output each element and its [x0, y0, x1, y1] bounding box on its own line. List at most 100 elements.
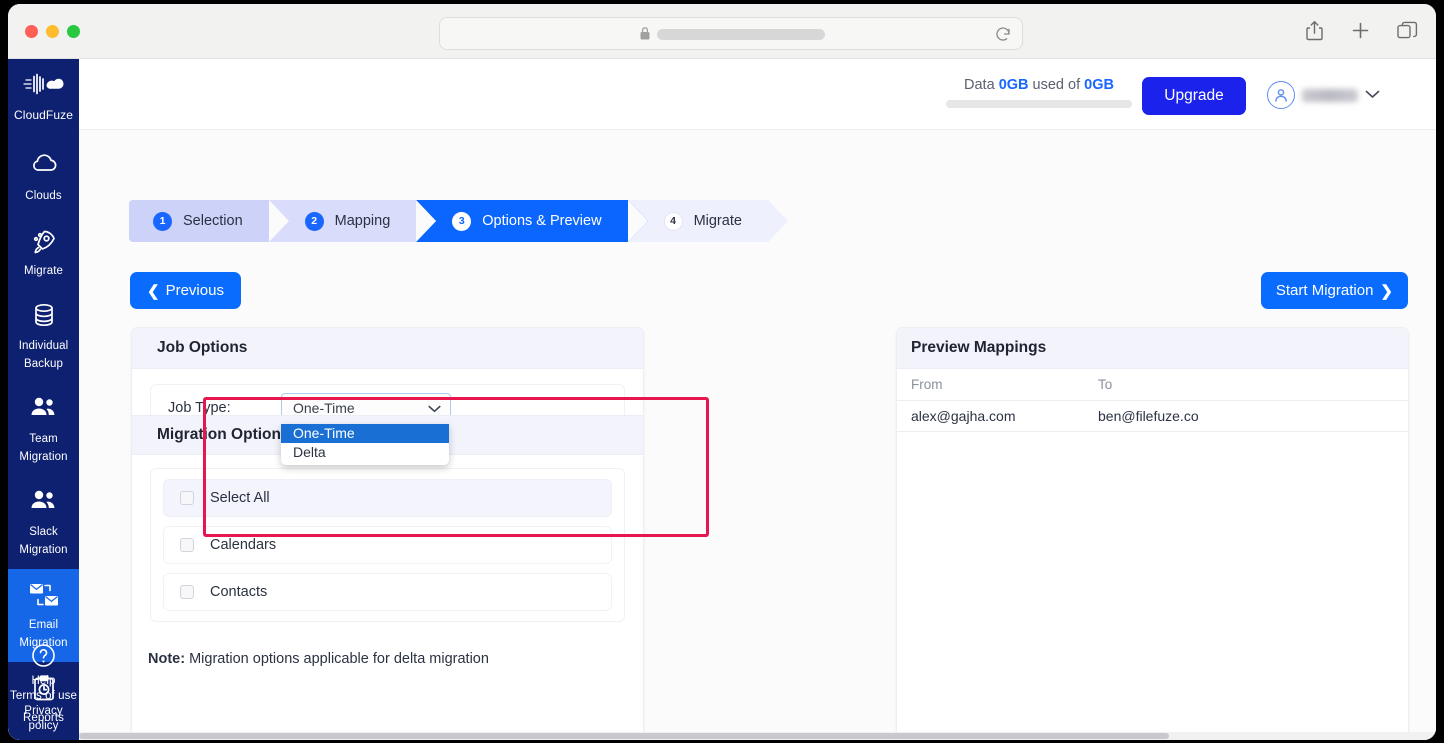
migration-stepper: 1 Selection 2 Mapping 3 Options & Previe… [129, 200, 768, 242]
step-migrate[interactable]: 4 Migrate [628, 200, 768, 242]
help-question-icon[interactable] [30, 656, 57, 673]
team-icon [10, 396, 77, 424]
preview-mappings-panel: Preview Mappings From To alex@gajha.com … [896, 327, 1409, 740]
preview-mappings-title: Preview Mappings [897, 328, 1408, 369]
tab-overview-icon[interactable] [1397, 21, 1418, 41]
column-header-to: To [1097, 377, 1408, 392]
checkbox-label: Select All [210, 490, 270, 506]
select-all-checkbox[interactable] [180, 491, 194, 505]
calendars-checkbox[interactable] [180, 538, 194, 552]
migration-options-note: Note: Migration options applicable for d… [148, 651, 489, 667]
mapping-to: ben@filefuze.co [1097, 408, 1408, 424]
address-bar[interactable] [439, 17, 1023, 50]
step-number: 3 [452, 212, 471, 231]
data-usage-total: 0GB [1084, 77, 1114, 93]
app-header: Data 0GB used of 0GB Upgrade [79, 59, 1436, 130]
step-number: 2 [305, 212, 324, 231]
checkbox-label: Contacts [210, 584, 267, 600]
sidebar-item-label: Individual [19, 340, 69, 352]
start-migration-button[interactable]: Start Migration ❯ [1261, 272, 1408, 309]
sidebar-item-individual-backup[interactable]: Individual Backup [8, 290, 79, 383]
slack-users-icon [10, 489, 77, 517]
rocket-icon [10, 228, 77, 256]
sidebar-item-team-migration[interactable]: Team Migration [8, 383, 79, 476]
maximize-window-button[interactable] [67, 25, 80, 38]
dropdown-option-delta[interactable]: Delta [281, 443, 449, 462]
sidebar-item-label: Email [29, 619, 58, 631]
step-selection[interactable]: 1 Selection [129, 200, 269, 242]
dropdown-option-one-time[interactable]: One-Time [281, 424, 449, 443]
chevron-down-icon [428, 400, 441, 416]
sidebar-item-label-2: Backup [24, 358, 63, 370]
main-content: 1 Selection 2 Mapping 3 Options & Previe… [79, 130, 1436, 740]
sidebar-footer: Help Terms of use Privacy policy [8, 642, 79, 740]
mapping-from: alex@gajha.com [897, 408, 1097, 424]
job-options-title: Job Options [132, 328, 643, 369]
sidebar-item-clouds[interactable]: Clouds [8, 140, 79, 215]
horizontal-scrollbar[interactable] [79, 732, 1436, 740]
window-controls[interactable] [25, 25, 80, 38]
database-icon [10, 303, 77, 331]
note-text: Migration options applicable for delta m… [185, 651, 489, 667]
cloudfuze-logo-icon [10, 73, 77, 101]
username-redacted [1302, 89, 1358, 102]
contacts-checkbox[interactable] [180, 585, 194, 599]
sidebar-item-label-2: Migration [19, 451, 67, 463]
previous-button-label: Previous [166, 282, 224, 299]
step-number: 1 [153, 212, 172, 231]
step-label: Selection [183, 213, 243, 229]
sidebar-privacy-link[interactable]: Privacy policy [8, 704, 79, 734]
preview-table-header: From To [897, 369, 1408, 401]
cloud-icon [10, 153, 77, 181]
sidebar: CloudFuze Clouds [8, 59, 79, 740]
sidebar-item-migrate[interactable]: Migrate [8, 215, 79, 290]
chevron-right-icon: ❯ [1380, 282, 1393, 300]
data-usage-used: 0GB [999, 77, 1029, 93]
start-migration-label: Start Migration [1276, 282, 1374, 299]
sidebar-brand-label: CloudFuze [14, 108, 73, 122]
previous-button[interactable]: ❮ Previous [130, 272, 241, 309]
step-label: Mapping [335, 213, 391, 229]
user-avatar-icon [1267, 81, 1295, 109]
sidebar-item-label: Migrate [24, 265, 63, 277]
job-type-dropdown-menu[interactable]: One-Time Delta [281, 424, 449, 465]
plus-icon[interactable] [1351, 21, 1370, 40]
job-type-selected-value: One-Time [293, 400, 355, 416]
checkbox-row-contacts[interactable]: Contacts [163, 573, 612, 611]
step-label: Migrate [694, 213, 742, 229]
email-migration-icon [10, 582, 77, 610]
close-window-button[interactable] [25, 25, 38, 38]
sidebar-item-slack-migration[interactable]: Slack Migration [8, 476, 79, 569]
scrollbar-thumb[interactable] [79, 733, 1169, 739]
checkbox-row-calendars[interactable]: Calendars [163, 526, 612, 564]
checkbox-row-select-all[interactable]: Select All [163, 479, 612, 517]
step-options-preview[interactable]: 3 Options & Preview [416, 200, 627, 242]
note-prefix: Note: [148, 651, 185, 667]
reload-icon[interactable] [994, 25, 1012, 43]
chevron-left-icon: ❮ [147, 282, 160, 300]
app-page: CloudFuze Clouds [8, 59, 1436, 740]
chevron-down-icon[interactable] [1365, 86, 1380, 104]
checkbox-label: Calendars [210, 537, 276, 553]
sidebar-terms-link[interactable]: Terms of use [8, 689, 79, 704]
share-icon[interactable] [1305, 20, 1324, 41]
sidebar-help-label[interactable]: Help [8, 674, 79, 689]
minimize-window-button[interactable] [46, 25, 59, 38]
data-usage-text: Data 0GB used of 0GB [946, 77, 1132, 93]
browser-toolbar [8, 4, 1436, 59]
url-text-redacted [657, 29, 825, 40]
browser-toolbar-icons[interactable] [1305, 20, 1418, 41]
step-mapping[interactable]: 2 Mapping [269, 200, 417, 242]
account-menu[interactable] [1267, 81, 1380, 109]
column-header-from: From [897, 377, 1097, 392]
sidebar-item-label: Clouds [25, 190, 61, 202]
job-type-label: Job Type: [168, 400, 281, 416]
data-usage-bar [946, 100, 1132, 108]
data-usage-prefix: Data [964, 77, 995, 93]
table-row: alex@gajha.com ben@filefuze.co [897, 401, 1408, 432]
step-label: Options & Preview [482, 213, 601, 229]
sidebar-item-label: Slack [29, 526, 58, 538]
sidebar-item-brand[interactable]: CloudFuze [8, 59, 79, 140]
upgrade-button[interactable]: Upgrade [1142, 77, 1246, 115]
data-usage-mid: used of [1033, 77, 1081, 93]
